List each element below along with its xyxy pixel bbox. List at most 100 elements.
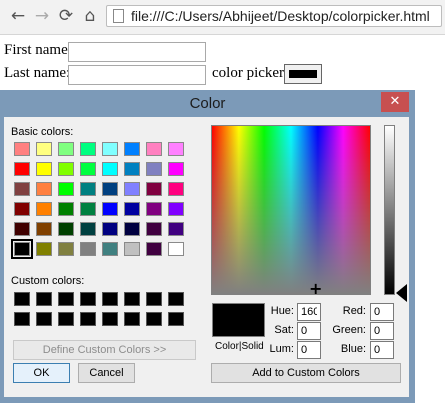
forward-arrow-icon[interactable]: → <box>32 6 52 26</box>
basic-color-swatch[interactable] <box>36 242 52 256</box>
basic-color-swatch[interactable] <box>80 222 96 236</box>
basic-color-swatch[interactable] <box>36 202 52 216</box>
basic-color-swatch[interactable] <box>14 222 30 236</box>
custom-color-swatch[interactable] <box>168 312 184 326</box>
basic-color-swatch[interactable] <box>14 162 30 176</box>
custom-colors-label: Custom colors: <box>11 275 85 287</box>
luminosity-slider[interactable] <box>384 125 395 295</box>
basic-color-swatch[interactable] <box>146 142 162 156</box>
basic-color-swatch[interactable] <box>36 142 52 156</box>
dialog-title: Color <box>189 95 226 112</box>
hue-label: Hue: <box>270 305 294 317</box>
color-swatch <box>289 70 317 78</box>
basic-color-swatch[interactable] <box>58 142 74 156</box>
luminosity-arrow-icon[interactable] <box>396 284 407 302</box>
hue-input[interactable] <box>297 303 321 321</box>
basic-color-swatch[interactable] <box>168 222 184 236</box>
custom-color-swatch[interactable] <box>36 292 52 306</box>
last-name-input[interactable] <box>68 65 206 85</box>
basic-color-swatch[interactable] <box>36 222 52 236</box>
basic-color-swatch[interactable] <box>146 162 162 176</box>
basic-color-swatch[interactable] <box>102 182 118 196</box>
basic-color-swatch[interactable] <box>36 182 52 196</box>
basic-color-swatch[interactable] <box>124 242 140 256</box>
basic-color-swatch[interactable] <box>80 202 96 216</box>
basic-color-swatch[interactable] <box>14 202 30 216</box>
green-input[interactable] <box>370 322 394 340</box>
basic-color-swatch[interactable] <box>14 182 30 196</box>
custom-color-swatch[interactable] <box>146 312 162 326</box>
basic-color-swatch[interactable] <box>58 222 74 236</box>
custom-color-swatch[interactable] <box>80 292 96 306</box>
basic-color-swatch[interactable] <box>146 222 162 236</box>
basic-color-swatch[interactable] <box>80 242 96 256</box>
browser-toolbar: ← → ⟳ ⌂ file:///C:/Users/Abhijeet/Deskto… <box>0 0 445 35</box>
lum-label: Lum: <box>269 343 294 355</box>
address-bar[interactable]: file:///C:/Users/Abhijeet/Desktop/colorp… <box>106 5 442 27</box>
basic-color-swatch[interactable] <box>80 182 96 196</box>
basic-colors-label: Basic colors: <box>11 126 74 138</box>
custom-color-swatch[interactable] <box>124 312 140 326</box>
basic-color-swatch[interactable] <box>124 182 140 196</box>
add-to-custom-colors-button[interactable]: Add to Custom Colors <box>211 363 401 383</box>
basic-color-swatch[interactable] <box>168 182 184 196</box>
reload-icon[interactable]: ⟳ <box>56 6 76 26</box>
basic-color-swatch[interactable] <box>36 162 52 176</box>
basic-color-swatch[interactable] <box>11 239 33 259</box>
close-button[interactable]: ✕ <box>381 92 409 112</box>
basic-color-swatch[interactable] <box>124 142 140 156</box>
ok-button[interactable]: OK <box>13 363 70 383</box>
crosshair-icon: + <box>309 279 323 298</box>
color-spectrum[interactable]: + <box>211 125 371 298</box>
basic-color-swatch[interactable] <box>58 202 74 216</box>
basic-color-swatch[interactable] <box>146 242 162 256</box>
custom-color-swatch[interactable] <box>124 292 140 306</box>
basic-color-swatch[interactable] <box>124 222 140 236</box>
custom-color-swatch[interactable] <box>146 292 162 306</box>
blue-input[interactable] <box>370 341 394 359</box>
custom-color-swatch[interactable] <box>58 292 74 306</box>
custom-color-swatch[interactable] <box>14 292 30 306</box>
basic-color-swatch[interactable] <box>102 222 118 236</box>
basic-color-swatch[interactable] <box>102 142 118 156</box>
basic-color-swatch[interactable] <box>168 162 184 176</box>
dialog-titlebar: Color ✕ <box>0 90 415 117</box>
basic-color-swatch[interactable] <box>102 162 118 176</box>
close-icon: ✕ <box>389 94 401 109</box>
basic-color-swatch[interactable] <box>80 162 96 176</box>
custom-color-swatch[interactable] <box>102 312 118 326</box>
color-picker-input[interactable] <box>284 64 322 84</box>
red-input[interactable] <box>370 303 394 321</box>
basic-color-swatch[interactable] <box>124 202 140 216</box>
basic-color-swatch[interactable] <box>102 202 118 216</box>
back-arrow-icon[interactable]: ← <box>8 6 28 26</box>
basic-color-swatch[interactable] <box>146 182 162 196</box>
custom-color-swatch[interactable] <box>102 292 118 306</box>
basic-color-swatch[interactable] <box>146 202 162 216</box>
basic-color-swatch[interactable] <box>168 242 184 256</box>
lum-input[interactable] <box>297 341 321 359</box>
basic-color-swatch[interactable] <box>80 142 96 156</box>
custom-color-swatch[interactable] <box>36 312 52 326</box>
basic-color-swatch[interactable] <box>58 242 74 256</box>
first-name-label: First name: <box>4 42 72 58</box>
basic-color-swatch[interactable] <box>168 142 184 156</box>
basic-color-swatch[interactable] <box>58 162 74 176</box>
color-dialog: Color ✕ Basic colors: Custom colors: Def… <box>0 90 415 403</box>
custom-color-swatch[interactable] <box>80 312 96 326</box>
define-custom-colors-button[interactable]: Define Custom Colors >> <box>13 340 196 360</box>
cancel-button[interactable]: Cancel <box>78 363 135 383</box>
last-name-label: Last name: <box>4 65 71 81</box>
basic-color-swatch[interactable] <box>14 142 30 156</box>
custom-color-swatch[interactable] <box>14 312 30 326</box>
red-label: Red: <box>342 305 366 317</box>
sat-input[interactable] <box>297 322 321 340</box>
first-name-input[interactable] <box>68 42 206 62</box>
basic-color-swatch[interactable] <box>168 202 184 216</box>
home-icon[interactable]: ⌂ <box>80 6 100 26</box>
basic-color-swatch[interactable] <box>124 162 140 176</box>
custom-color-swatch[interactable] <box>168 292 184 306</box>
custom-color-swatch[interactable] <box>58 312 74 326</box>
basic-color-swatch[interactable] <box>102 242 118 256</box>
basic-color-swatch[interactable] <box>58 182 74 196</box>
